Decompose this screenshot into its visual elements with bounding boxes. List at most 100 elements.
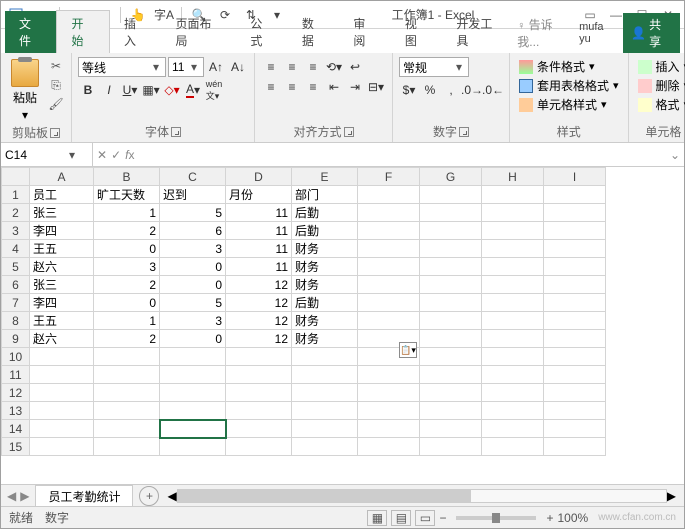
cell[interactable] <box>482 438 544 456</box>
cell[interactable] <box>482 384 544 402</box>
cell[interactable]: 迟到 <box>160 186 226 204</box>
cell[interactable] <box>160 384 226 402</box>
increase-decimal-icon[interactable]: .0→ <box>462 80 482 100</box>
cell[interactable] <box>30 438 94 456</box>
cell[interactable] <box>544 420 606 438</box>
wrap-text-icon[interactable]: ↩ <box>345 57 365 77</box>
cell[interactable] <box>226 420 292 438</box>
align-left-icon[interactable]: ≡ <box>261 77 281 97</box>
page-layout-view-icon[interactable]: ▤ <box>391 510 411 526</box>
cell[interactable] <box>420 312 482 330</box>
cell[interactable] <box>358 222 420 240</box>
zoom-slider[interactable] <box>456 516 536 520</box>
cell[interactable] <box>544 366 606 384</box>
cell[interactable]: 0 <box>160 258 226 276</box>
cell[interactable]: 2 <box>94 276 160 294</box>
active-cell[interactable] <box>160 420 226 438</box>
formula-input[interactable] <box>144 148 660 162</box>
user-name[interactable]: mufa yu <box>579 21 617 45</box>
cell[interactable] <box>292 438 358 456</box>
grid[interactable]: A B C D E F G H I 1员工旷工天数迟到月份部门 2张三1511后… <box>1 167 684 484</box>
cell[interactable]: 2 <box>94 222 160 240</box>
cell[interactable] <box>420 294 482 312</box>
cell[interactable] <box>544 186 606 204</box>
cell[interactable] <box>292 348 358 366</box>
cell[interactable] <box>544 384 606 402</box>
cell[interactable] <box>420 438 482 456</box>
format-as-table-button[interactable]: 套用表格格式▾ <box>516 76 622 95</box>
orientation-icon[interactable]: ⟲▾ <box>324 57 344 77</box>
cell[interactable] <box>160 438 226 456</box>
cell[interactable]: 旷工天数 <box>94 186 160 204</box>
paste-options-icon[interactable]: 📋▾ <box>399 342 417 358</box>
cell[interactable] <box>544 294 606 312</box>
sheet-tab-active[interactable]: 员工考勤统计 <box>35 485 133 507</box>
row-header[interactable]: 14 <box>2 420 30 438</box>
italic-button[interactable]: I <box>99 80 119 100</box>
cell[interactable] <box>420 384 482 402</box>
accounting-format-icon[interactable]: $▾ <box>399 80 419 100</box>
cancel-formula-icon[interactable]: ✕ <box>97 148 107 162</box>
col-header-G[interactable]: G <box>420 168 482 186</box>
tab-data[interactable]: 数据 <box>288 11 339 53</box>
cut-icon[interactable]: ✂ <box>47 57 65 75</box>
comma-format-icon[interactable]: , <box>441 80 461 100</box>
row-header[interactable]: 13 <box>2 402 30 420</box>
cell[interactable]: 5 <box>160 294 226 312</box>
row-header[interactable]: 1 <box>2 186 30 204</box>
decrease-font-icon[interactable]: A↓ <box>228 57 248 77</box>
cell[interactable] <box>420 186 482 204</box>
row-header[interactable]: 9 <box>2 330 30 348</box>
font-launcher[interactable] <box>171 127 181 137</box>
row-header[interactable]: 11 <box>2 366 30 384</box>
col-header-B[interactable]: B <box>94 168 160 186</box>
tab-review[interactable]: 审阅 <box>339 11 390 53</box>
cell[interactable]: 2 <box>94 330 160 348</box>
paste-button[interactable]: 粘贴▾ <box>7 57 43 124</box>
share-button[interactable]: 👤共享 <box>623 13 680 53</box>
col-header-A[interactable]: A <box>30 168 94 186</box>
insert-cells-button[interactable]: 插入▾ <box>635 57 685 76</box>
cell[interactable] <box>544 330 606 348</box>
cell[interactable] <box>544 222 606 240</box>
cell[interactable] <box>226 348 292 366</box>
cell[interactable] <box>292 366 358 384</box>
cell[interactable] <box>482 402 544 420</box>
cell-styles-button[interactable]: 单元格样式▾ <box>516 95 622 114</box>
tab-view[interactable]: 视图 <box>391 11 442 53</box>
cell[interactable]: 11 <box>226 204 292 222</box>
cell[interactable] <box>544 402 606 420</box>
align-launcher[interactable] <box>344 127 354 137</box>
cell[interactable]: 3 <box>160 240 226 258</box>
increase-indent-icon[interactable]: ⇥ <box>345 77 365 97</box>
cell[interactable] <box>30 348 94 366</box>
cell[interactable] <box>358 276 420 294</box>
cell[interactable] <box>482 420 544 438</box>
cell[interactable] <box>420 402 482 420</box>
sheet-nav-next-icon[interactable]: ▶ <box>20 489 29 503</box>
row-header[interactable]: 6 <box>2 276 30 294</box>
zoom-level[interactable]: 100% <box>557 511 588 525</box>
tab-insert[interactable]: 插入 <box>110 11 161 53</box>
cell[interactable] <box>30 366 94 384</box>
cell[interactable] <box>482 258 544 276</box>
underline-button[interactable]: U▾ <box>120 80 140 100</box>
col-header-D[interactable]: D <box>226 168 292 186</box>
cell[interactable] <box>30 402 94 420</box>
cell[interactable]: 12 <box>226 330 292 348</box>
cell[interactable] <box>420 366 482 384</box>
cell[interactable] <box>420 258 482 276</box>
format-painter-icon[interactable]: 🖌 <box>47 95 65 113</box>
cell[interactable]: 赵六 <box>30 258 94 276</box>
tell-me[interactable]: ♀ 告诉我... <box>517 16 573 50</box>
cell[interactable] <box>358 402 420 420</box>
font-color-button[interactable]: A▾ <box>183 80 203 100</box>
cell[interactable] <box>420 204 482 222</box>
cell[interactable]: 财务 <box>292 312 358 330</box>
cell[interactable] <box>420 222 482 240</box>
horizontal-scrollbar[interactable]: ◀▶ <box>167 489 676 503</box>
cell[interactable] <box>482 348 544 366</box>
cell[interactable] <box>358 294 420 312</box>
cell[interactable] <box>482 294 544 312</box>
cell[interactable] <box>94 348 160 366</box>
